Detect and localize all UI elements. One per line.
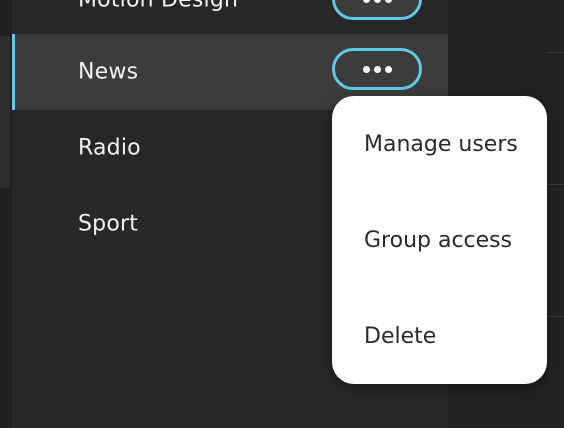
group-context-menu: Manage users Group access Delete <box>332 96 547 384</box>
menu-item-delete[interactable]: Delete <box>332 288 547 384</box>
selection-indicator <box>12 34 15 110</box>
menu-item-label: Group access <box>364 227 513 253</box>
more-horizontal-icon <box>362 65 392 73</box>
right-divider <box>548 316 564 317</box>
more-horizontal-icon <box>362 0 392 3</box>
group-item-label: Motion Design <box>78 0 239 13</box>
menu-item-label: Delete <box>364 323 437 349</box>
left-background-highlight <box>0 36 10 188</box>
right-divider <box>548 52 564 53</box>
news-more-button[interactable] <box>332 48 422 90</box>
group-item-label: Sport <box>78 211 139 237</box>
motion-design-more-button[interactable] <box>332 0 422 20</box>
menu-item-label: Manage users <box>364 131 518 157</box>
group-item-label: Radio <box>78 135 141 161</box>
menu-item-group-access[interactable]: Group access <box>332 192 547 288</box>
group-item-label: News <box>78 59 139 85</box>
menu-item-manage-users[interactable]: Manage users <box>332 96 547 192</box>
app-screen: Motion Design News Radio Sport Manage us… <box>0 0 564 428</box>
right-divider <box>548 184 564 185</box>
